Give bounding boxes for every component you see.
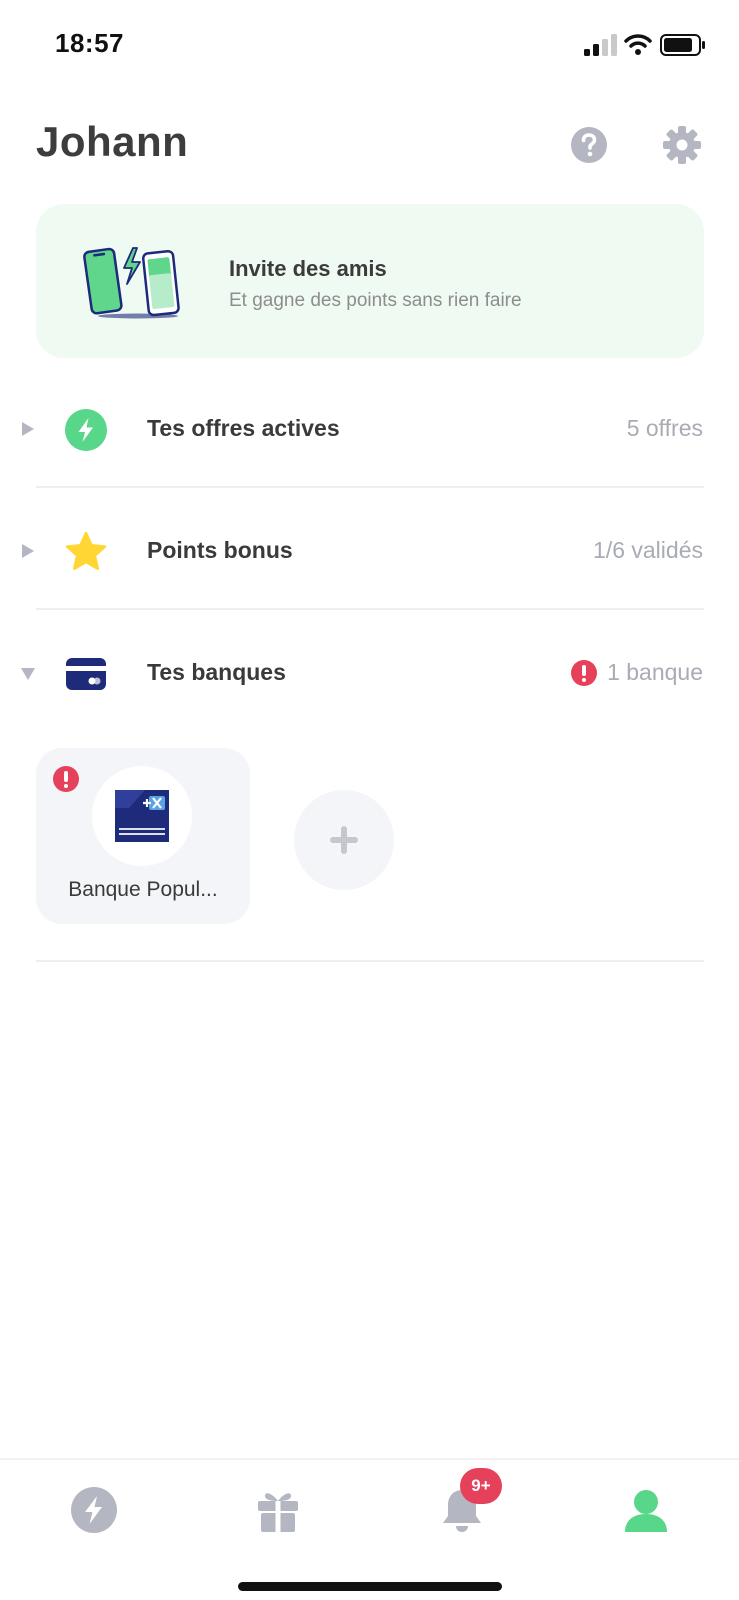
lightning-icon[interactable] <box>68 1484 120 1536</box>
wifi-icon <box>624 34 652 55</box>
home-indicator <box>238 1582 502 1591</box>
offers-count: 5 offres <box>626 415 703 441</box>
invite-phones-illustration <box>83 247 180 319</box>
section-label: Tes offres actives <box>147 415 340 441</box>
status-bar: 18:57 <box>0 0 739 90</box>
gear-icon[interactable] <box>662 125 702 165</box>
plus-icon <box>330 826 358 854</box>
page-title: Johann <box>36 118 189 165</box>
section-meta: 5 offres <box>627 415 703 442</box>
bank-card-icon <box>66 658 106 690</box>
section-active-offers[interactable]: Tes offres actives 5 offres <box>0 384 739 474</box>
lightning-icon <box>65 409 107 451</box>
divider <box>36 960 704 962</box>
add-bank-button[interactable] <box>294 790 394 890</box>
section-banks[interactable]: Tes banques 1 banque <box>0 628 739 718</box>
divider <box>36 608 704 610</box>
section-meta: 1/6 validés <box>593 537 703 564</box>
bank-logo-circle <box>92 766 192 866</box>
bonus-progress: 1/6 validés <box>593 537 703 563</box>
alert-icon <box>53 766 79 792</box>
section-label: Tes banques <box>147 659 286 685</box>
battery-icon <box>660 34 705 56</box>
profile-icon[interactable] <box>620 1484 672 1536</box>
signal-icon <box>584 34 617 56</box>
section-bonus-points[interactable]: Points bonus 1/6 validés <box>0 506 739 596</box>
status-time: 18:57 <box>55 28 124 58</box>
bank-name: Banque Popul... <box>68 878 218 901</box>
bank-tile[interactable]: Banque Popul... <box>36 748 250 924</box>
chevron-down-icon <box>21 668 35 680</box>
chevron-right-icon <box>22 544 34 558</box>
banks-count: 1 banque <box>607 659 703 685</box>
invite-subtitle: Et gagne des points sans rien faire <box>229 290 522 311</box>
invite-title: Invite des amis <box>229 256 387 281</box>
section-meta: 1 banque <box>571 659 703 686</box>
bottom-nav: 9+ <box>0 1458 739 1600</box>
notifications-badge: 9+ <box>460 1468 502 1504</box>
divider <box>36 486 704 488</box>
banque-populaire-logo <box>115 790 169 842</box>
help-icon[interactable] <box>570 126 608 164</box>
alert-icon <box>571 659 598 686</box>
chevron-right-icon <box>22 422 34 436</box>
section-label: Points bonus <box>147 537 293 563</box>
invite-friends-card[interactable]: Invite des amis Et gagne des points sans… <box>36 204 704 358</box>
gift-icon[interactable] <box>252 1484 304 1536</box>
star-icon <box>65 531 107 571</box>
